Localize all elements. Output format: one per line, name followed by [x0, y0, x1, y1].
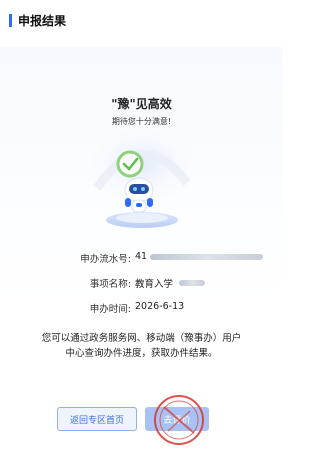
notice-line-1: 您可以通过政务服务网、移动端（豫事办）用户	[41, 333, 242, 344]
time-row: 申办时间: 2026-6-13	[0, 301, 283, 317]
time-label: 申办时间:	[89, 304, 131, 315]
section-title: 申报结果	[18, 13, 67, 28]
item-value-group: 教育入学	[135, 276, 206, 290]
slogan-title: "豫"见高效	[111, 97, 172, 111]
notice-line-2: 中心查询办件进度，获取办件结果。	[65, 348, 218, 359]
serial-value-group: 41	[135, 251, 264, 262]
notice-text: 您可以通过政务服务网、移动端（豫事办）用户 中心查询办件进度，获取办件结果。	[12, 331, 271, 361]
item-label: 事项名称:	[89, 279, 131, 290]
slogan-subtitle: 期待您十分满意!	[111, 117, 172, 126]
redaction-mask	[179, 280, 206, 286]
item-value: 教育入学	[135, 279, 174, 290]
redaction-mask	[150, 253, 264, 260]
item-row: 事项名称: 教育入学	[0, 276, 283, 292]
serial-label: 申办流水号:	[80, 254, 131, 265]
serial-row: 申办流水号: 41	[0, 251, 283, 267]
serial-value: 41	[135, 251, 148, 262]
back-home-button[interactable]: 返回专区首页	[57, 407, 137, 431]
robot-illustration	[80, 129, 204, 228]
section-accent-bar	[9, 13, 12, 27]
evaluate-button[interactable]: 去评价	[145, 407, 209, 431]
section-header: 申报结果	[0, 0, 283, 40]
time-value: 2026-6-13	[135, 301, 185, 312]
